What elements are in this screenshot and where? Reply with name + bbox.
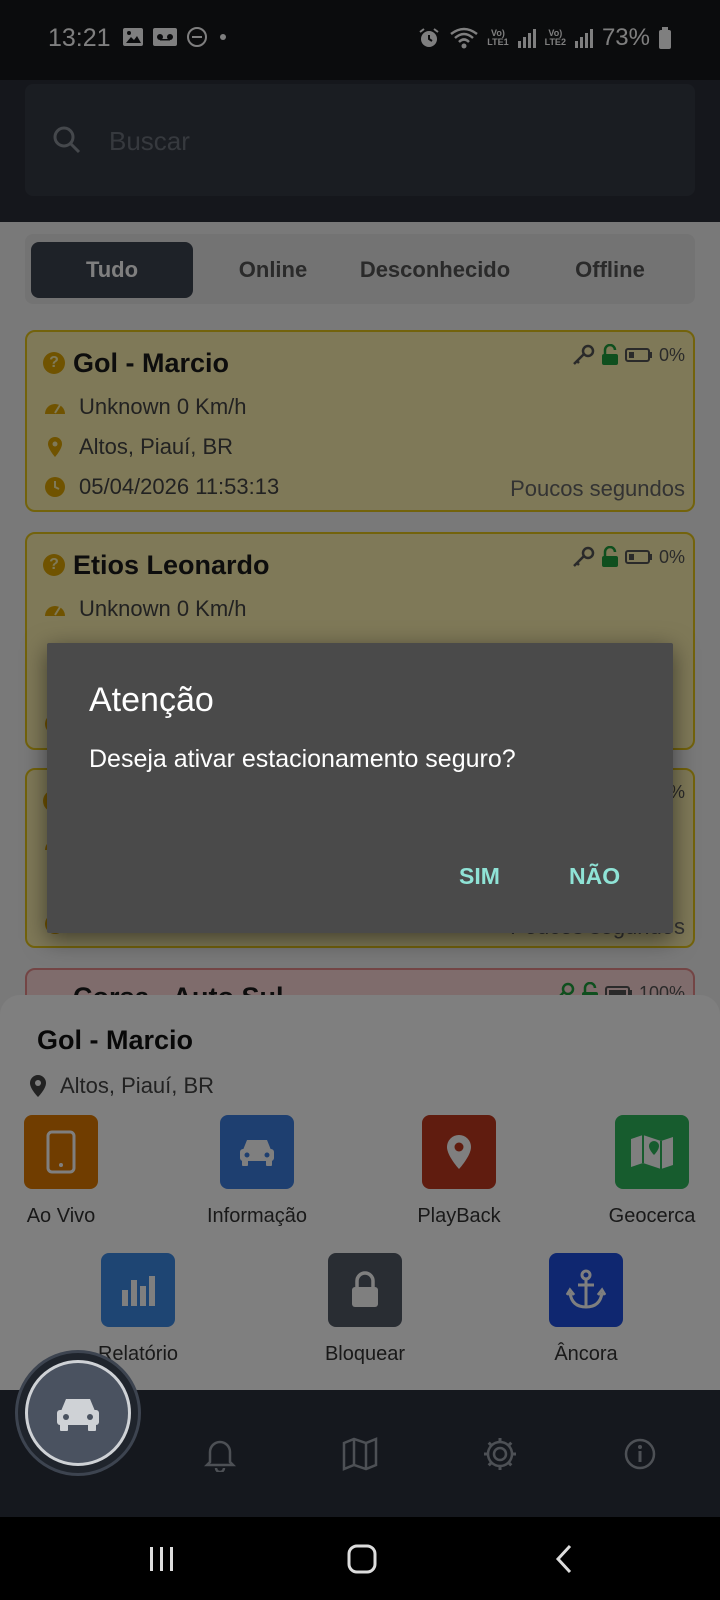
home-button[interactable] bbox=[342, 1539, 382, 1579]
recent-apps-icon bbox=[150, 1547, 173, 1571]
vehicles-fab[interactable] bbox=[15, 1350, 141, 1476]
system-navigation-bar bbox=[0, 1517, 720, 1600]
vehicles-fab-inner bbox=[25, 1360, 131, 1466]
home-icon bbox=[347, 1544, 377, 1574]
recent-apps-button[interactable] bbox=[142, 1539, 182, 1579]
confirm-dialog: Atenção Deseja ativar estacionamento seg… bbox=[47, 643, 673, 933]
car-icon bbox=[57, 1399, 99, 1431]
back-button[interactable] bbox=[544, 1539, 584, 1579]
dialog-title: Atenção bbox=[89, 681, 214, 719]
dialog-message: Deseja ativar estacionamento seguro? bbox=[89, 745, 516, 773]
dialog-no-button[interactable]: NÃO bbox=[569, 863, 620, 890]
back-icon bbox=[555, 1544, 572, 1574]
dialog-yes-button[interactable]: SIM bbox=[459, 863, 500, 890]
